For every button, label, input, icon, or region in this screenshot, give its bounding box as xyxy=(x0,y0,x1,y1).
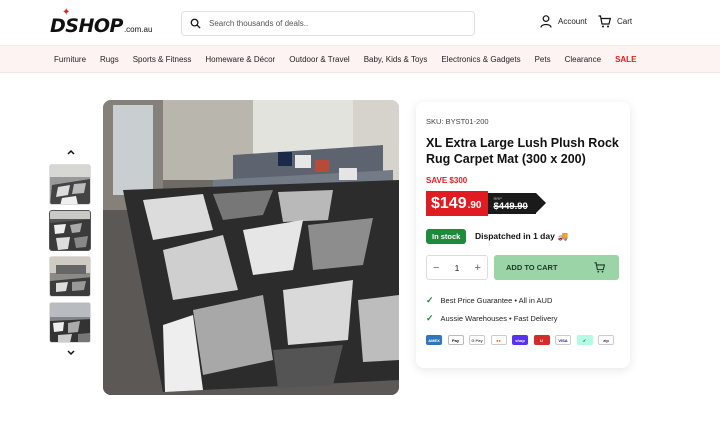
thumbnail-image xyxy=(50,165,90,204)
current-price: $149 .90 xyxy=(426,191,488,216)
search-input[interactable] xyxy=(209,19,459,28)
rug-photo xyxy=(103,100,399,395)
account-link[interactable]: Account xyxy=(540,15,587,28)
nav-item-sports-fitness[interactable]: Sports & Fitness xyxy=(133,55,192,64)
cart-label: Cart xyxy=(617,17,633,26)
thumbnail-1[interactable] xyxy=(49,164,91,205)
thumbnail-image xyxy=(50,257,90,296)
feature-warehouses: ✓ Aussie Warehouses • Fast Delivery xyxy=(426,313,558,324)
thumbnail-4[interactable] xyxy=(49,302,91,343)
plus-icon[interactable]: + xyxy=(475,262,481,274)
feature-text: Best Price Guarantee • All in AUD xyxy=(440,296,553,305)
logo-text: DSHOP xyxy=(50,15,123,37)
search-icon xyxy=(190,18,201,29)
category-nav: Furniture Rugs Sports & Fitness Homeware… xyxy=(0,46,720,73)
thumbnail-next-icon[interactable] xyxy=(66,349,76,357)
thumbnail-3[interactable] xyxy=(49,256,91,297)
nav-item-electronics-gadgets[interactable]: Electronics & Gadgets xyxy=(441,55,520,64)
price-dollars: $149 xyxy=(431,194,467,212)
was-price: $449.90 xyxy=(493,200,528,212)
site-header: ✦ DSHOP .com.au Account Cart xyxy=(0,0,720,46)
logo-suffix: .com.au xyxy=(123,25,153,34)
truck-icon: 🚚 xyxy=(557,231,569,241)
check-icon: ✓ xyxy=(426,313,434,323)
logo-star-icon: ✦ xyxy=(62,7,71,18)
visa-icon: VISA xyxy=(555,335,571,345)
google-pay-icon: G Pay xyxy=(469,335,485,345)
product-sku: SKU: BYST01-200 xyxy=(426,117,489,126)
user-icon xyxy=(540,15,552,28)
amex-icon: AMEX xyxy=(426,335,442,345)
nav-item-rugs[interactable]: Rugs xyxy=(100,55,119,64)
product-info-card: SKU: BYST01-200 XL Extra Large Lush Plus… xyxy=(416,102,630,368)
mastercard-icon: ●● xyxy=(490,335,507,345)
payment-methods: AMEX Pay G Pay ●● shop U VISA ✓ zip xyxy=(426,335,620,345)
was-price-tag: RRP $449.90 xyxy=(487,193,547,214)
check-icon: ✓ xyxy=(426,295,434,305)
zip-icon: zip xyxy=(598,335,614,345)
quantity-stepper[interactable]: − 1 + xyxy=(426,255,488,280)
cart-icon xyxy=(598,15,611,28)
feature-best-price: ✓ Best Price Guarantee • All in AUD xyxy=(426,295,552,306)
nav-item-pets[interactable]: Pets xyxy=(535,55,551,64)
cart-icon xyxy=(594,262,605,273)
feature-text: Aussie Warehouses • Fast Delivery xyxy=(440,314,558,323)
dispatch-info: Dispatched in 1 day 🚚 xyxy=(475,231,568,242)
nav-item-furniture[interactable]: Furniture xyxy=(54,55,86,64)
minus-icon[interactable]: − xyxy=(433,262,439,274)
add-to-cart-button[interactable]: ADD TO CART xyxy=(494,255,619,280)
cart-link[interactable]: Cart xyxy=(598,15,632,28)
product-main-image[interactable] xyxy=(103,100,399,395)
nav-item-sale[interactable]: SALE xyxy=(615,55,636,64)
dispatch-text: Dispatched in 1 day xyxy=(475,231,555,241)
nav-item-clearance[interactable]: Clearance xyxy=(565,55,601,64)
thumbnail-prev-icon[interactable] xyxy=(66,148,76,156)
account-label: Account xyxy=(558,17,587,26)
thumbnail-image xyxy=(50,303,90,342)
thumbnail-image xyxy=(50,211,90,250)
product-title: XL Extra Large Lush Plush Rock Rug Carpe… xyxy=(426,136,619,166)
add-to-cart-label: ADD TO CART xyxy=(506,263,558,272)
nav-item-outdoor-travel[interactable]: Outdoor & Travel xyxy=(289,55,349,64)
thumbnail-2[interactable] xyxy=(49,210,91,251)
nav-item-homeware-decor[interactable]: Homeware & Décor xyxy=(205,55,275,64)
stock-badge: In stock xyxy=(426,229,467,244)
unionpay-icon: U xyxy=(533,335,550,345)
nav-item-baby-kids-toys[interactable]: Baby, Kids & Toys xyxy=(364,55,428,64)
price-cents: .90 xyxy=(467,199,482,211)
save-amount: SAVE $300 xyxy=(426,176,468,185)
afterpay-icon: ✓ xyxy=(576,335,593,345)
apple-pay-icon: Pay xyxy=(447,335,464,345)
quantity-value[interactable]: 1 xyxy=(455,263,460,273)
price-block: $149 .90 RRP $449.90 xyxy=(426,191,547,216)
search-box[interactable] xyxy=(181,11,475,36)
site-logo[interactable]: ✦ DSHOP .com.au xyxy=(50,7,153,37)
shop-pay-icon: shop xyxy=(512,335,528,345)
